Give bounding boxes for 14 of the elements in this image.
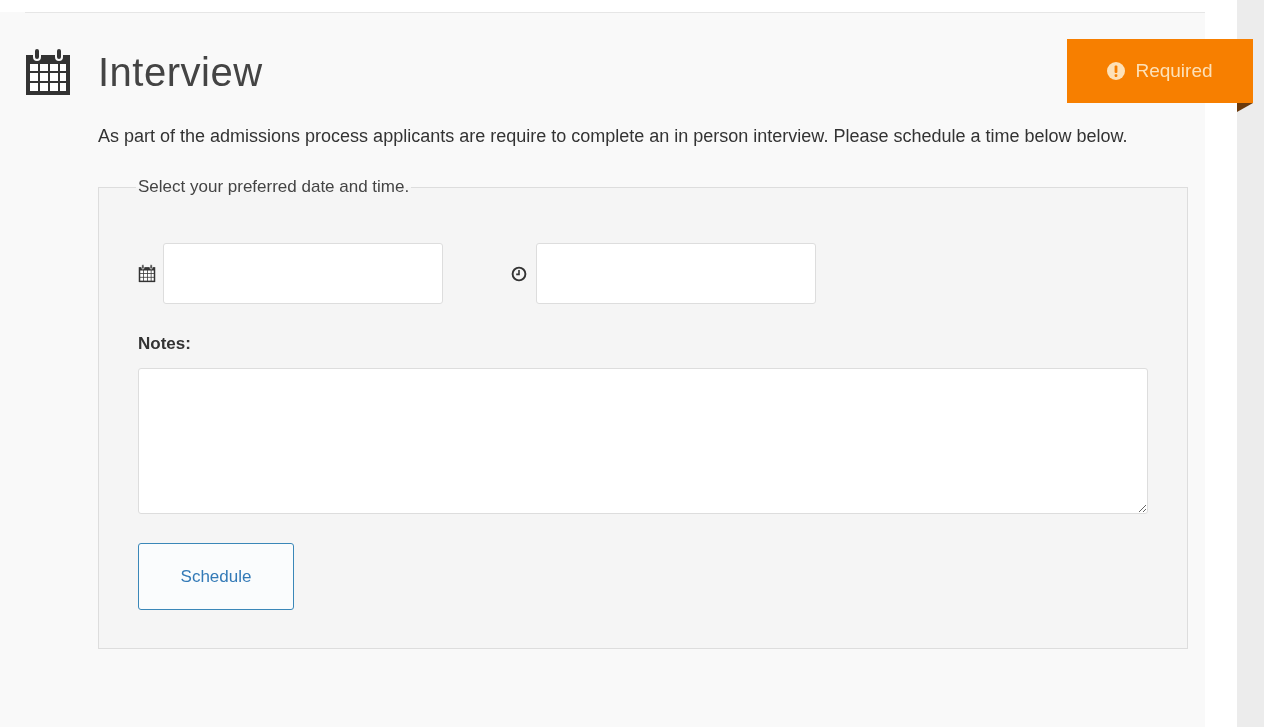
calendar-icon: [138, 264, 156, 283]
alert-icon: [1107, 62, 1126, 80]
description-text: As part of the admissions process applicants are require to complete an in person interview. Please schedule a time below below.: [98, 125, 1129, 148]
clock-icon: [511, 265, 527, 282]
section-title: Interview: [98, 49, 263, 95]
schedule-button[interactable]: Schedule: [138, 543, 294, 610]
required-badge: Required: [1067, 39, 1253, 103]
notes-label: Notes:: [138, 334, 192, 354]
time-field[interactable]: [536, 243, 816, 304]
date-field[interactable]: [163, 243, 443, 304]
scrollbar-track[interactable]: [1237, 0, 1264, 727]
fieldset-legend: Select your preferred date and time.: [136, 177, 412, 197]
notes-field[interactable]: [138, 368, 1148, 514]
calendar-icon: [24, 47, 72, 97]
